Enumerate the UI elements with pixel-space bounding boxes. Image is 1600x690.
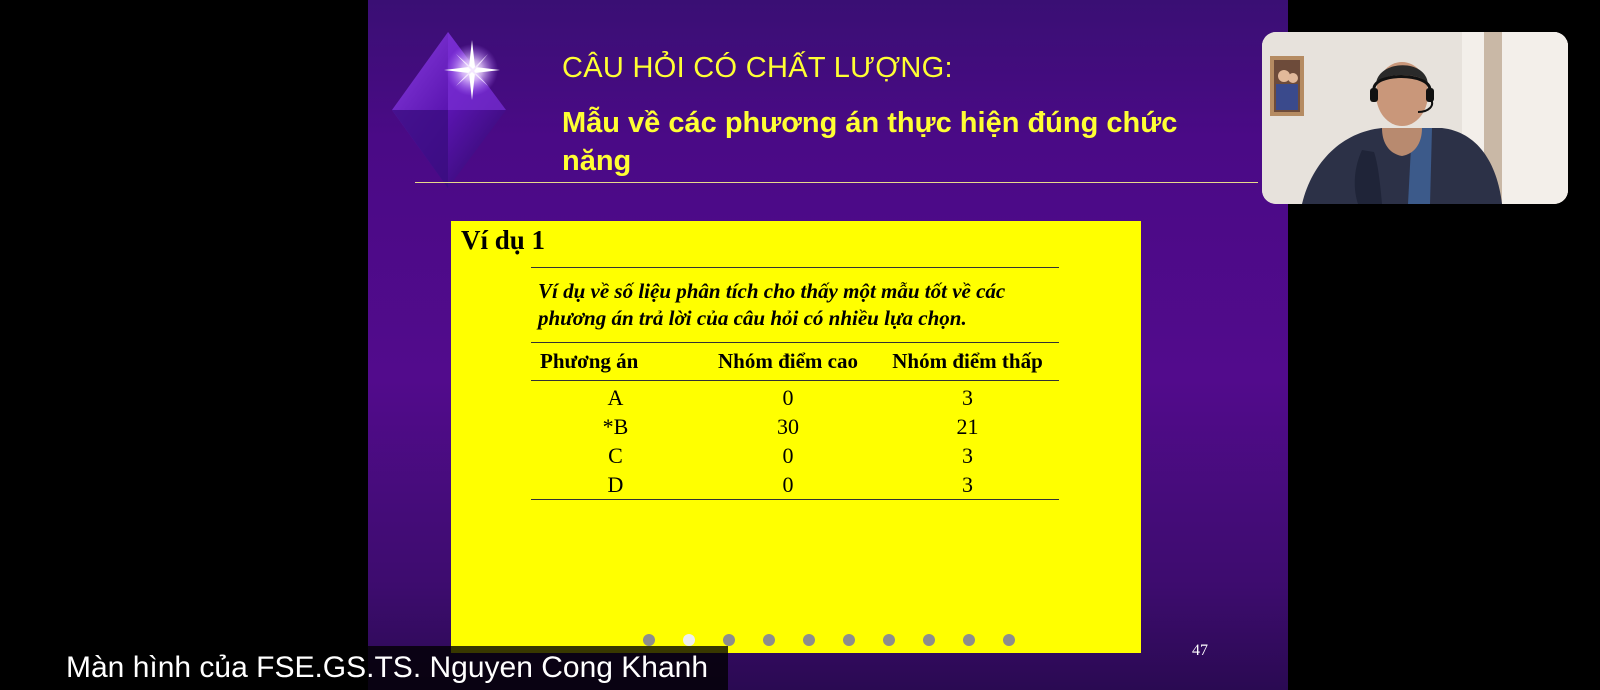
pager-dot-icon[interactable] (683, 634, 695, 646)
pager-dot-icon[interactable] (963, 634, 975, 646)
example-heading: Ví dụ 1 (461, 225, 546, 255)
table-cell: 21 (956, 413, 979, 439)
webcam-video-icon (1262, 32, 1568, 204)
pager-dot-icon[interactable] (763, 634, 775, 646)
table-cell: D (531, 470, 700, 500)
column-header: Nhóm điểm thấp (876, 342, 1059, 381)
pager-dot-icon[interactable] (883, 634, 895, 646)
example-box: Ví dụ 1 Ví dụ về số liệu phân tích cho t… (451, 221, 1141, 653)
table-cell: 0 (700, 470, 876, 500)
table-cell: 3 (962, 442, 973, 468)
caption-top-rule (531, 267, 1059, 268)
slide-pager (643, 634, 1015, 646)
table-cell: 30 (777, 413, 799, 439)
example-caption: Ví dụ về số liệu phân tích cho thấy một … (538, 279, 1006, 330)
pager-dot-icon[interactable] (923, 634, 935, 646)
pager-dot-icon[interactable] (1003, 634, 1015, 646)
presenter-webcam-tile[interactable] (1262, 32, 1568, 204)
table-cell: C (608, 442, 623, 468)
table-cell: 0 (782, 384, 794, 410)
title-divider (415, 182, 1258, 183)
presenter-caption-bar: Màn hình của FSE.GS.TS. Nguyen Cong Khan… (46, 646, 729, 690)
column-header: Phương án (531, 342, 700, 381)
slide-title: CÂU HỎI CÓ CHẤT LƯỢNG: (562, 52, 953, 84)
slide-page-number: 47 (1192, 642, 1208, 659)
table-row: *B 30 21 (531, 412, 1059, 441)
presenter-caption: Màn hình của FSE.GS.TS. Nguyen Cong Khan… (66, 651, 709, 684)
table-row: A 0 3 (531, 381, 1059, 413)
table-cell: 0 (782, 442, 794, 468)
table-cell: 3 (962, 384, 973, 410)
column-header: Nhóm điểm cao (700, 342, 876, 381)
diamond-star-icon (390, 30, 510, 190)
table-row: C 0 3 (531, 441, 1059, 470)
table-cell: A (607, 384, 624, 410)
table-cell: 3 (876, 470, 1059, 500)
table-cell: *B (602, 413, 629, 439)
pager-dot-icon[interactable] (843, 634, 855, 646)
pager-dot-icon[interactable] (643, 634, 655, 646)
pager-dot-icon[interactable] (803, 634, 815, 646)
table-header-row: Phương án Nhóm điểm cao Nhóm điểm thấp (531, 342, 1059, 381)
table-row: D 0 3 (531, 470, 1059, 500)
slide-subtitle: Mẫu về các phương án thực hiện đúng chức… (562, 107, 1178, 177)
pager-dot-icon[interactable] (723, 634, 735, 646)
distractor-table: Phương án Nhóm điểm cao Nhóm điểm thấp A… (531, 342, 1059, 500)
presentation-slide: CÂU HỎI CÓ CHẤT LƯỢNG: Mẫu về các phương… (368, 0, 1288, 690)
